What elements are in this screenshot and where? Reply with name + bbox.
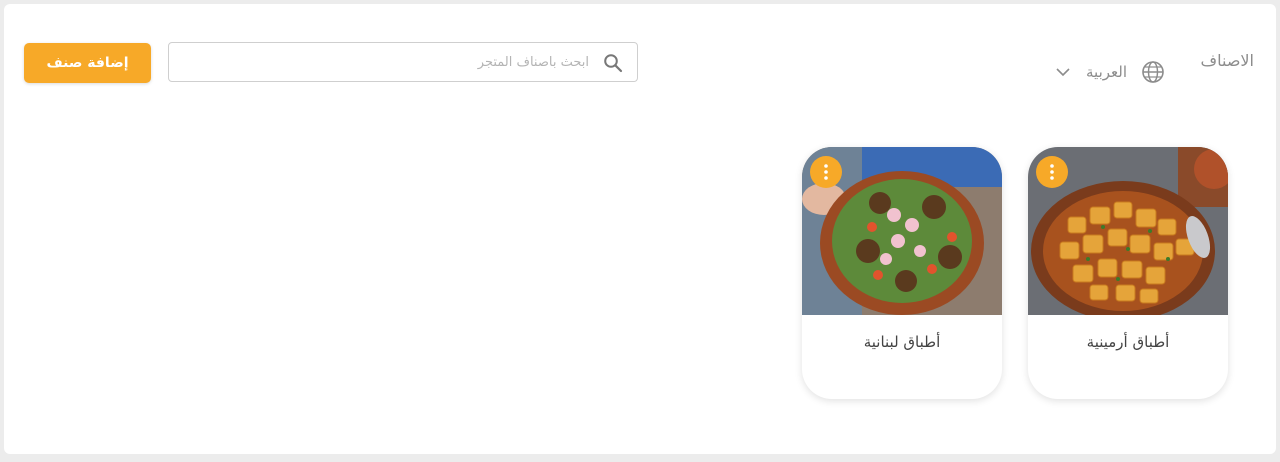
- category-card[interactable]: أطباق أرمينية: [1028, 147, 1228, 399]
- category-card[interactable]: أطباق لبنانية: [802, 147, 1002, 399]
- category-name: أطباق لبنانية: [863, 333, 941, 351]
- page-title: الاصناف: [1200, 51, 1254, 70]
- language-label[interactable]: العربية: [1086, 63, 1127, 81]
- chevron-down-icon[interactable]: [1054, 63, 1072, 81]
- globe-icon: [1142, 61, 1164, 83]
- search-input[interactable]: [179, 43, 589, 81]
- more-vertical-icon[interactable]: [810, 156, 842, 188]
- add-category-button[interactable]: إضافة صنف: [24, 43, 151, 83]
- search-icon[interactable]: [603, 53, 623, 73]
- search-box: [168, 42, 638, 82]
- language-selector[interactable]: العربية: [1054, 56, 1184, 88]
- more-vertical-icon[interactable]: [1036, 156, 1068, 188]
- content-panel: الاصناف العربية إضافة صنف: [4, 4, 1276, 454]
- category-name: أطباق أرمينية: [1086, 333, 1170, 351]
